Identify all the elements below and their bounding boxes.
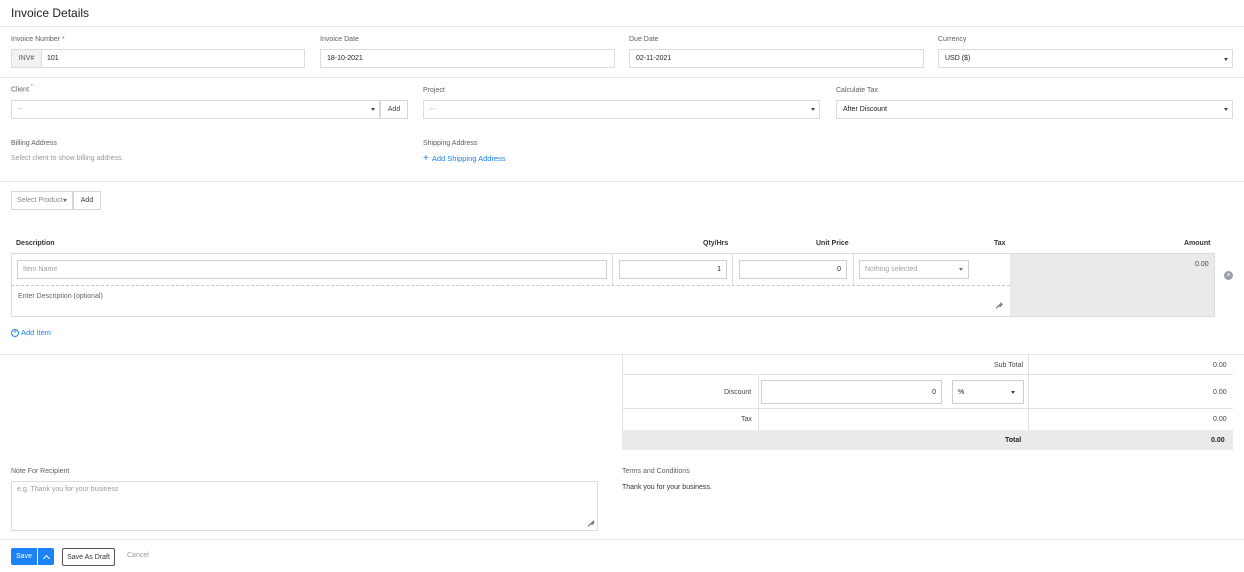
add-item-link[interactable]: + Add Item <box>11 328 51 337</box>
sub-total-label: Sub Total <box>994 362 1024 369</box>
divider <box>622 374 1233 375</box>
divider <box>0 539 1244 540</box>
total-row <box>622 430 1233 450</box>
invoice-date-input[interactable]: 18-10-2021 <box>320 49 615 68</box>
row-separator <box>11 285 1010 286</box>
shipping-address-label: Shipping Address <box>423 140 478 147</box>
header-tax: Tax <box>994 240 1006 247</box>
calculate-tax-select[interactable]: After Discount <box>836 100 1233 119</box>
due-date-label: Due Date <box>629 36 659 43</box>
add-client-button[interactable]: Add <box>380 100 408 119</box>
note-for-recipient-label: Note For Recipient <box>11 468 70 475</box>
invoice-date-label: Invoice Date <box>320 36 359 43</box>
amount-cell <box>1010 254 1214 316</box>
due-date-input[interactable]: 02-11-2021 <box>629 49 924 68</box>
select-product-label: Select Product <box>17 197 63 204</box>
terms-text: Thank you for your business. <box>622 484 712 491</box>
select-product-dropdown[interactable]: Select Product <box>11 191 73 210</box>
total-label: Total <box>1005 437 1022 444</box>
divider <box>0 26 1244 27</box>
calculate-tax-value: After Discount <box>843 106 887 113</box>
caret-down-icon <box>1011 391 1015 394</box>
calculate-tax-label: Calculate Tax <box>836 87 878 94</box>
caret-down-icon <box>371 108 375 111</box>
sub-total-value: 0.00 <box>1213 362 1227 369</box>
invoice-prefix: INV# <box>11 49 41 68</box>
tax-label: Tax <box>741 416 752 423</box>
project-value: -- <box>430 106 435 113</box>
discount-amount: 0.00 <box>1213 389 1227 396</box>
invoice-number-input[interactable]: 101 <box>41 49 305 68</box>
divider <box>622 408 1233 409</box>
remove-item-icon[interactable]: × <box>1224 271 1233 280</box>
caret-down-icon <box>1224 108 1228 111</box>
resize-handle-icon[interactable] <box>996 302 1002 308</box>
caret-down-icon <box>959 268 963 271</box>
discount-type-value: % <box>958 388 965 396</box>
discount-label: Discount <box>724 389 752 396</box>
currency-value: USD ($) <box>945 55 971 62</box>
terms-label: Terms and Conditions <box>622 468 690 475</box>
billing-address-label: Billing Address <box>11 140 57 147</box>
add-item-label: Add Item <box>21 328 52 337</box>
divider <box>0 77 1244 78</box>
header-amount: Amount <box>1184 240 1211 247</box>
discount-input[interactable]: 0 <box>761 380 942 404</box>
plus-icon: + <box>423 152 429 164</box>
col-divider <box>758 374 759 430</box>
tax-amount: 0.00 <box>1213 416 1227 423</box>
qty-input[interactable]: 1 <box>619 260 727 279</box>
add-shipping-address-label: Add Shipping Address <box>431 154 506 163</box>
col-divider <box>612 254 613 285</box>
tax-select-value: Nothing selected <box>865 266 918 273</box>
chevron-up-icon <box>42 554 50 562</box>
note-for-recipient-input[interactable]: e.g. Thank you for your business <box>11 481 598 531</box>
cancel-button[interactable]: Cancel <box>127 552 149 559</box>
resize-handle-icon[interactable] <box>588 520 594 526</box>
client-label: Client * <box>11 84 33 94</box>
billing-address-hint: Select client to show billing address. <box>11 155 124 162</box>
currency-select[interactable]: USD ($) <box>938 49 1233 68</box>
header-qty: Qty/Hrs <box>703 240 729 247</box>
project-select[interactable]: -- <box>423 100 820 119</box>
save-as-draft-button[interactable]: Save As Draft <box>62 548 115 566</box>
item-amount: 0.00 <box>1195 261 1209 268</box>
total-value: 0.00 <box>1211 437 1225 444</box>
unit-price-input[interactable]: 0 <box>739 260 847 279</box>
add-shipping-address-link[interactable]: + Add Shipping Address <box>423 152 506 164</box>
item-description-input[interactable]: Enter Description (optional) <box>18 293 103 300</box>
item-name-input[interactable]: Item Name <box>17 260 607 279</box>
col-divider <box>853 254 854 285</box>
plus-circle-icon: + <box>11 328 19 337</box>
caret-down-icon <box>1224 58 1228 61</box>
tax-select[interactable]: Nothing selected <box>859 260 969 279</box>
add-product-button[interactable]: Add <box>73 191 101 210</box>
client-value: -- <box>18 106 23 113</box>
invoice-number-label: Invoice Number * <box>11 36 65 43</box>
client-select[interactable]: -- <box>11 100 380 119</box>
caret-down-icon <box>63 199 67 202</box>
caret-down-icon <box>811 108 815 111</box>
header-description: Description <box>16 240 55 247</box>
currency-label: Currency <box>938 36 967 43</box>
divider <box>0 181 1244 182</box>
page-title: Invoice Details <box>11 6 90 20</box>
save-button[interactable]: Save <box>11 548 37 565</box>
header-unit-price: Unit Price <box>816 240 849 247</box>
col-divider <box>732 254 733 285</box>
discount-type-select[interactable]: % <box>952 380 1024 404</box>
project-label: Project <box>423 87 445 94</box>
save-options-button[interactable] <box>38 548 54 565</box>
col-divider <box>1028 354 1029 430</box>
